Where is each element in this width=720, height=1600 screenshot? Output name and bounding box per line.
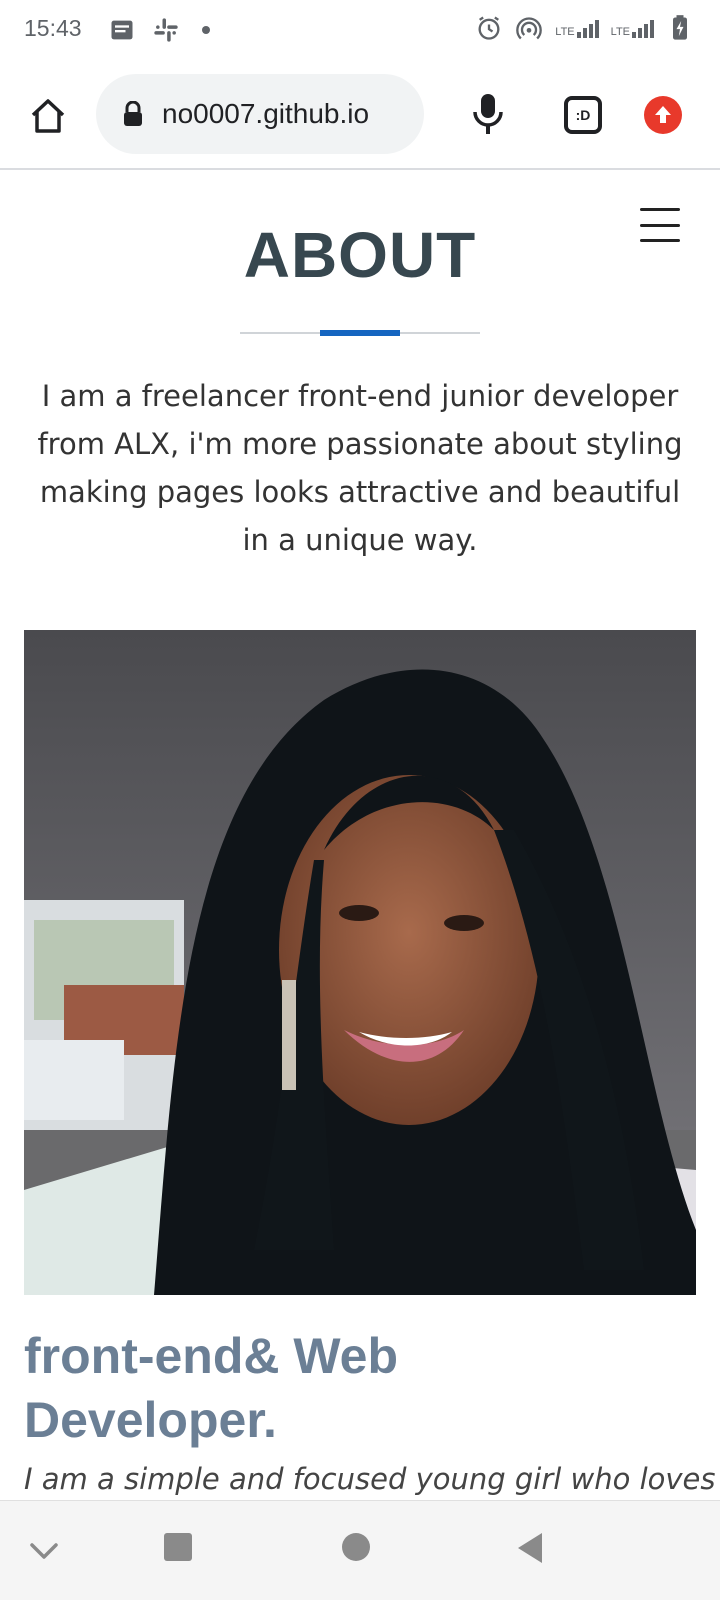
profile-photo (24, 630, 696, 1295)
network-label: LTE (555, 26, 575, 38)
address-bar[interactable]: no0007.github.io (96, 74, 424, 154)
tabs-label: :D (575, 107, 591, 123)
message-icon (111, 20, 133, 40)
role-title: front-end& Web Developer. (24, 1328, 399, 1448)
about-text: I am a freelancer front-end junior devel… (37, 379, 683, 557)
section-title: ABOUT (243, 219, 477, 291)
lte-signal-icon: LTE (611, 18, 654, 38)
alarm-icon (478, 16, 500, 40)
profile-photo-image (24, 630, 696, 1295)
hotspot-icon (516, 17, 543, 40)
tabs-icon[interactable]: :D (564, 96, 602, 134)
home-circle-icon[interactable] (340, 1531, 372, 1563)
mic-icon[interactable] (470, 92, 506, 136)
lte-signal-icon: LTE (555, 18, 599, 38)
title-divider-accent (320, 330, 400, 336)
battery-charging-icon (673, 15, 687, 40)
slack-icon (154, 18, 178, 42)
recents-icon[interactable] (162, 1531, 194, 1563)
status-bar: 15:43 LTE LTE (0, 0, 720, 60)
notification-dot-icon (202, 26, 210, 34)
back-icon[interactable] (514, 1531, 546, 1565)
browser-toolbar: no0007.github.io :D (0, 60, 720, 170)
update-arrow-icon (655, 106, 671, 123)
home-icon[interactable] (28, 96, 68, 136)
update-icon[interactable] (644, 96, 682, 134)
url-text: no0007.github.io (162, 98, 370, 129)
collapse-chevron-icon[interactable] (28, 1541, 60, 1561)
role-description: I am a simple and focused young girl who… (24, 1462, 716, 1496)
network-label-2: LTE (610, 26, 630, 38)
status-left-icons (108, 16, 210, 44)
system-nav-bar (0, 1500, 720, 1600)
page-content: ABOUT I am a freelancer front-end junior… (0, 172, 720, 1500)
lock-icon (124, 101, 142, 126)
status-right-icons: LTE LTE (475, 14, 694, 42)
status-time: 15:43 (24, 15, 82, 41)
